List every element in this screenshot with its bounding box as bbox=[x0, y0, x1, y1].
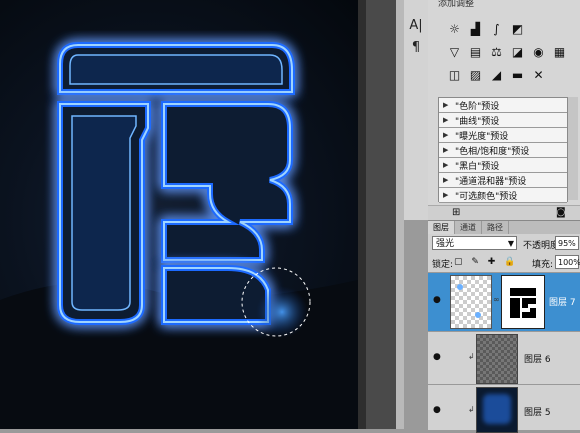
character-icon[interactable]: A| bbox=[408, 18, 424, 34]
adjustment-presets-list: ▶ "色阶"预设 ▶ "曲线"预设 ▶ "曝光度"预设 ▶ "色相/饱和度"预设 ▶ "黑… bbox=[438, 97, 568, 203]
black-white-icon[interactable]: ◪ bbox=[509, 43, 526, 60]
presets-scrollbar[interactable] bbox=[568, 97, 578, 200]
logo-right-lower bbox=[161, 265, 271, 325]
tab-channels[interactable]: 通道 bbox=[455, 221, 482, 234]
layer-row-5[interactable]: ● ↲ 图层 5 bbox=[428, 384, 580, 433]
lock-options[interactable]: ▢ ✎ ✚ 🔒 bbox=[454, 257, 518, 267]
layer-name: 图层 6 bbox=[524, 355, 551, 365]
preset-curves[interactable]: ▶ "曲线"预设 bbox=[439, 113, 567, 128]
layer-name: 图层 7 bbox=[549, 298, 576, 308]
color-balance-icon[interactable]: ⚖ bbox=[488, 43, 505, 60]
layer-name: 图层 5 bbox=[524, 408, 551, 418]
preset-channel-mixer[interactable]: ▶ "通道混和器"预设 bbox=[439, 173, 567, 188]
layer-thumbnail bbox=[476, 387, 518, 433]
preset-exposure[interactable]: ▶ "曝光度"预设 bbox=[439, 128, 567, 143]
panel-divider bbox=[358, 0, 404, 429]
posterize-icon[interactable]: ▨ bbox=[467, 66, 484, 83]
mask-logo-shape bbox=[510, 288, 536, 318]
preset-levels[interactable]: ▶ "色阶"预设 bbox=[439, 98, 567, 113]
chevron-down-icon: ▼ bbox=[507, 239, 514, 248]
expand-arrow-icon: ▶ bbox=[443, 101, 449, 109]
preset-hue-saturation[interactable]: ▶ "色相/饱和度"预设 bbox=[439, 143, 567, 158]
brightness-contrast-icon[interactable]: ☼ bbox=[446, 20, 463, 37]
clipping-arrow-icon: ↲ bbox=[468, 405, 475, 414]
fill-label: 填充: bbox=[532, 260, 554, 270]
paragraph-icon[interactable]: ¶ bbox=[408, 40, 424, 56]
hue-saturation-icon[interactable]: ▤ bbox=[467, 43, 484, 60]
logo-top-bar bbox=[57, 42, 295, 95]
tab-paths[interactable]: 路径 bbox=[482, 221, 509, 234]
layer-row-7[interactable]: ● ∞ 图层 7 bbox=[428, 272, 580, 331]
invert-icon[interactable]: ◫ bbox=[446, 66, 463, 83]
expand-arrow-icon: ▶ bbox=[443, 176, 449, 184]
glow-spot bbox=[256, 286, 308, 338]
preset-black-white[interactable]: ▶ "黑白"预设 bbox=[439, 158, 567, 173]
blend-mode-select[interactable]: 强光 ▼ bbox=[432, 236, 517, 250]
tab-layers[interactable]: 图层 bbox=[428, 221, 455, 234]
layers-panel: 图层 通道 路径 强光 ▼ 不透明度: 95% 锁定: ▢ ✎ ✚ 🔒 填充: … bbox=[428, 220, 580, 433]
adjustments-title: 添加调整 bbox=[438, 0, 475, 9]
expand-arrow-icon: ▶ bbox=[443, 161, 449, 169]
eye-icon[interactable]: ● bbox=[433, 352, 441, 362]
document-canvas[interactable] bbox=[0, 0, 358, 429]
layer-thumbnail bbox=[476, 334, 518, 384]
layer-thumbnail bbox=[450, 275, 492, 329]
photo-filter-icon[interactable]: ◉ bbox=[530, 43, 547, 60]
layer-mask-thumbnail[interactable] bbox=[501, 275, 545, 329]
expand-arrow-icon: ▶ bbox=[443, 116, 449, 124]
exposure-icon[interactable]: ◩ bbox=[509, 20, 526, 37]
expand-arrow-icon: ▶ bbox=[443, 191, 449, 199]
link-icon[interactable]: ∞ bbox=[493, 295, 500, 304]
layer-row-6[interactable]: ● ↲ 图层 6 bbox=[428, 331, 580, 384]
adjustments-panel: 添加调整 ☼ ▟ ∫ ◩ ▽ ▤ ⚖ ◪ ◉ ▦ ◫ ▨ ◢ ▬ ✕ ▶ "色阶"… bbox=[428, 0, 580, 221]
eye-icon[interactable]: ● bbox=[433, 405, 441, 415]
lock-label: 锁定: bbox=[432, 260, 454, 270]
logo-right-upper bbox=[161, 101, 293, 263]
channel-mixer-icon[interactable]: ▦ bbox=[551, 43, 568, 60]
preset-selective-color[interactable]: ▶ "可选颜色"预设 bbox=[439, 188, 567, 203]
gradient-map-icon[interactable]: ▬ bbox=[509, 66, 526, 83]
logo-left-column bbox=[57, 101, 151, 325]
fill-input[interactable]: 100% bbox=[555, 255, 580, 269]
neon-logo-artwork bbox=[0, 42, 358, 429]
curves-icon[interactable]: ∫ bbox=[488, 20, 505, 37]
threshold-icon[interactable]: ◢ bbox=[488, 66, 505, 83]
collapsed-tool-strip: A| ¶ bbox=[404, 0, 429, 220]
adjustments-panel-footer: ⊞ ◙ bbox=[428, 205, 580, 221]
clip-to-layer-icon[interactable]: ◙ bbox=[556, 207, 566, 218]
opacity-input[interactable]: 95% bbox=[555, 236, 579, 250]
eye-icon[interactable]: ● bbox=[433, 295, 441, 305]
expand-arrow-icon: ▶ bbox=[443, 131, 449, 139]
clipping-arrow-icon: ↲ bbox=[468, 352, 475, 361]
layers-panel-tabs: 图层 通道 路径 bbox=[428, 221, 580, 234]
return-to-list-icon[interactable]: ⊞ bbox=[452, 207, 460, 218]
expand-arrow-icon: ▶ bbox=[443, 146, 449, 154]
levels-icon[interactable]: ▟ bbox=[467, 20, 484, 37]
selective-color-icon[interactable]: ✕ bbox=[530, 66, 547, 83]
vibrance-icon[interactable]: ▽ bbox=[446, 43, 463, 60]
